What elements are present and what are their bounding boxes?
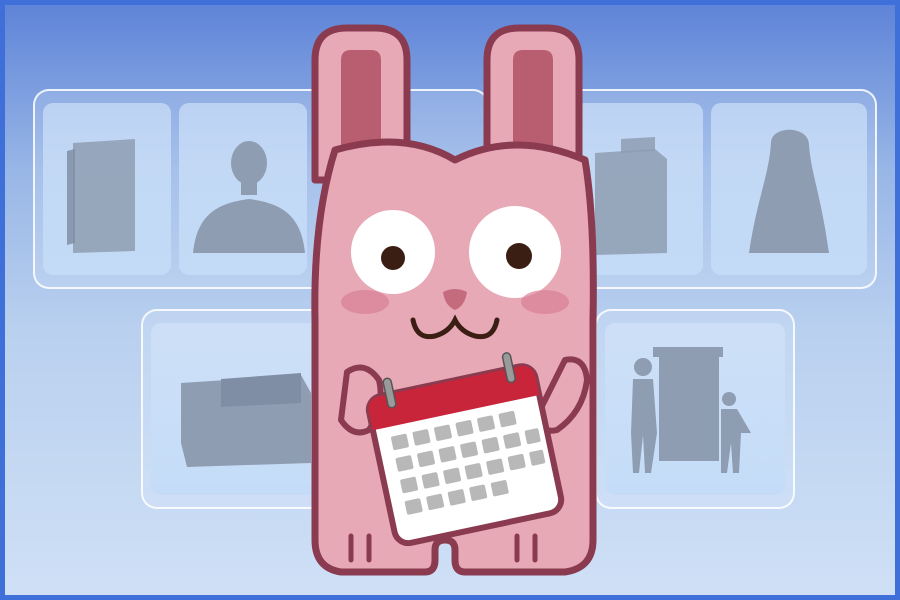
illustration-frame <box>0 0 900 600</box>
furniture-silhouette-icon <box>67 139 135 253</box>
woman-tile <box>711 103 867 275</box>
family-silhouette-icon <box>631 347 751 473</box>
family-tile <box>605 323 785 495</box>
man-tile <box>179 103 307 275</box>
bottom-right-panel <box>595 309 795 509</box>
woman-silhouette-icon <box>749 129 829 253</box>
man-silhouette-icon <box>193 141 305 253</box>
furniture-tile <box>43 103 171 275</box>
bunny-mascot <box>311 24 597 576</box>
